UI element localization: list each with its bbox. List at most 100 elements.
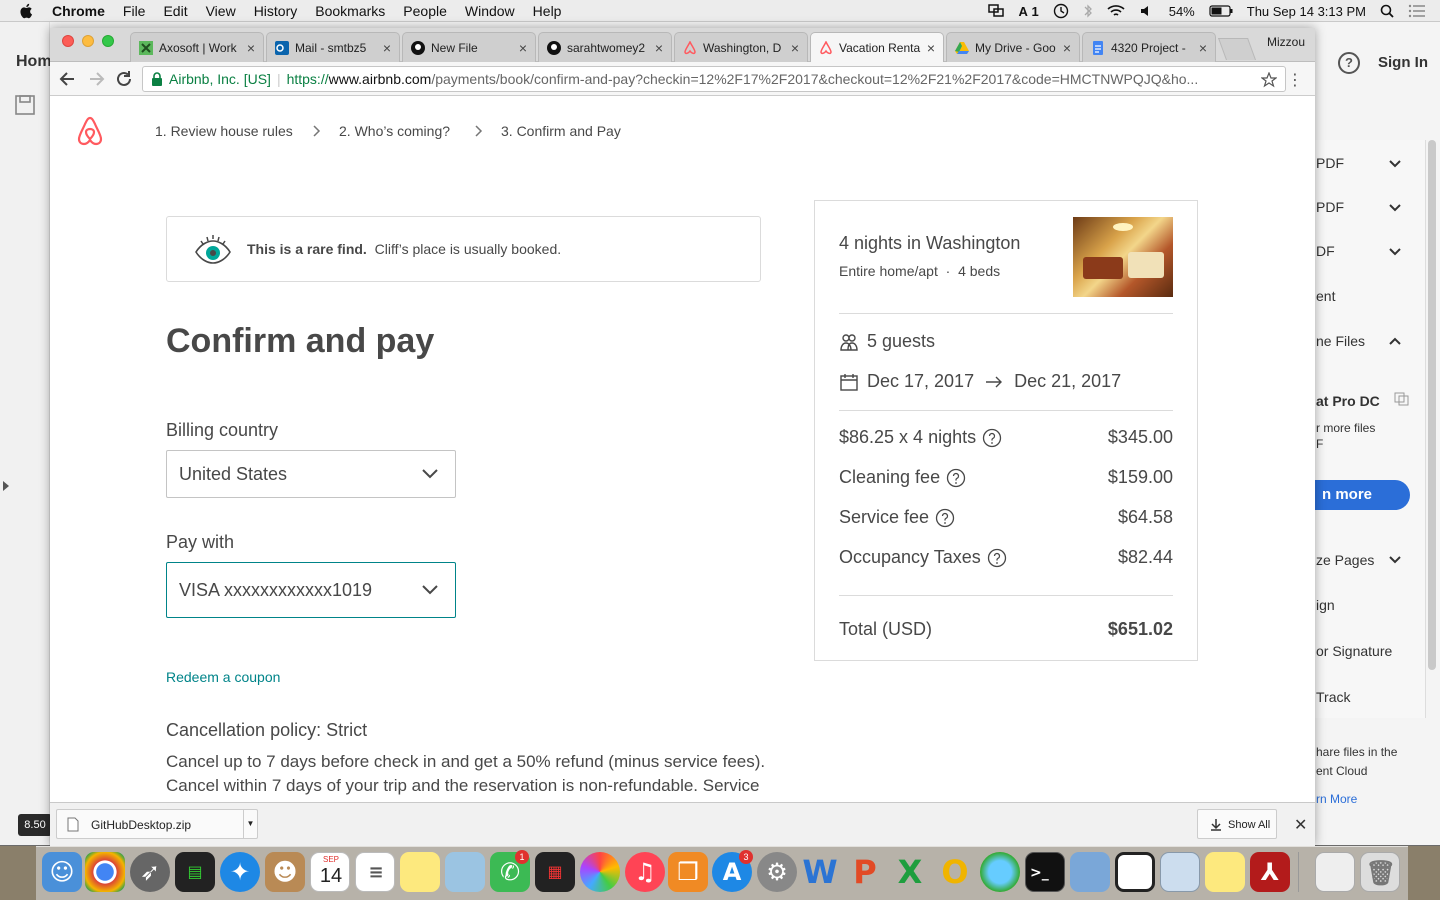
- notification-center-icon[interactable]: [1408, 4, 1426, 18]
- dock-photo-booth-icon[interactable]: ▦: [535, 852, 575, 892]
- tab-sarahtwomey2[interactable]: sarahtwomey2 ×: [538, 32, 672, 62]
- new-tab-button[interactable]: [1217, 38, 1257, 60]
- dock-ibooks-icon[interactable]: ❒: [668, 852, 708, 892]
- dock-network-icon[interactable]: [980, 852, 1020, 892]
- menu-help[interactable]: Help: [533, 3, 562, 19]
- redeem-coupon-link[interactable]: Redeem a coupon: [166, 669, 280, 685]
- dock-activity-monitor-icon[interactable]: ▤: [175, 852, 215, 892]
- question-icon[interactable]: [982, 428, 1002, 448]
- chevron-down-icon[interactable]: [1388, 245, 1402, 259]
- chrome-menu-icon[interactable]: ⋮: [1287, 70, 1303, 90]
- dock-notes-icon[interactable]: [400, 852, 440, 892]
- dock-finder-icon[interactable]: ☺: [42, 852, 82, 892]
- apple-icon[interactable]: [18, 2, 36, 20]
- bg-tool-item[interactable]: ign: [1316, 597, 1412, 613]
- spotlight-icon[interactable]: [1380, 4, 1394, 18]
- profile-name[interactable]: Mizzou: [1267, 35, 1305, 49]
- close-window-button[interactable]: [62, 35, 74, 47]
- menu-edit[interactable]: Edit: [163, 3, 187, 19]
- menu-bookmarks[interactable]: Bookmarks: [315, 3, 385, 19]
- dock-virtualbox-icon[interactable]: [1160, 852, 1200, 892]
- wifi-icon[interactable]: [1107, 4, 1125, 18]
- back-arrow-icon[interactable]: [58, 69, 78, 89]
- dock-contacts-icon[interactable]: ☻: [265, 852, 305, 892]
- menu-file[interactable]: File: [123, 3, 146, 19]
- dock-excel-icon[interactable]: X: [890, 852, 930, 892]
- close-tab-icon[interactable]: ×: [247, 40, 255, 56]
- close-tab-icon[interactable]: ×: [383, 40, 391, 56]
- lock-icon[interactable]: [151, 72, 163, 86]
- clock[interactable]: Thu Sep 14 3:13 PM: [1247, 4, 1366, 19]
- close-download-shelf-icon[interactable]: ✕: [1294, 815, 1307, 835]
- download-menu-icon[interactable]: ▼: [243, 810, 257, 838]
- close-tab-icon[interactable]: ×: [791, 40, 799, 56]
- dock-word-icon[interactable]: W: [800, 852, 840, 892]
- minimize-window-button[interactable]: [82, 35, 94, 47]
- close-tab-icon[interactable]: ×: [519, 40, 527, 56]
- tab-washington[interactable]: Washington, D ×: [674, 32, 808, 62]
- dock-chrome-icon[interactable]: [85, 852, 125, 892]
- breadcrumb-review-house-rules[interactable]: 1. Review house rules: [155, 123, 293, 139]
- help-icon[interactable]: ?: [1338, 52, 1360, 74]
- time-machine-icon[interactable]: [1053, 3, 1069, 19]
- display-mirror-icon[interactable]: [988, 4, 1005, 18]
- chevron-up-icon[interactable]: [1388, 334, 1402, 348]
- close-tab-icon[interactable]: ×: [1199, 40, 1207, 56]
- show-all-downloads-button[interactable]: Show All: [1197, 809, 1277, 839]
- dock-itunes-icon[interactable]: ♫: [625, 852, 665, 892]
- payment-method-select[interactable]: VISA xxxxxxxxxxxx1019: [166, 562, 456, 618]
- expand-arrow-icon[interactable]: [2, 480, 10, 492]
- address-bar[interactable]: Airbnb, Inc. [US] | https://www.airbnb.c…: [142, 66, 1286, 92]
- download-item[interactable]: GitHubDesktop.zip ▼: [56, 809, 258, 839]
- dock-launchpad-icon[interactable]: ➶: [130, 852, 170, 892]
- background-sign-in[interactable]: Sign In: [1378, 54, 1428, 71]
- menu-view[interactable]: View: [206, 3, 236, 19]
- bg-tool-item[interactable]: or Signature: [1316, 643, 1412, 659]
- tab-mail[interactable]: Mail - smtbz5 ×: [266, 32, 400, 62]
- dock-reminders-icon[interactable]: ≡: [355, 852, 395, 892]
- forward-arrow-icon[interactable]: [86, 69, 106, 89]
- tab-my-drive[interactable]: My Drive - Goo ×: [946, 32, 1080, 62]
- close-tab-icon[interactable]: ×: [927, 40, 935, 56]
- dock-calendar-icon[interactable]: SEP 14: [310, 852, 350, 892]
- dock-downloads-stack-icon[interactable]: [1315, 852, 1355, 892]
- dock-photos-icon[interactable]: [580, 852, 620, 892]
- tab-new-file[interactable]: New File ×: [402, 32, 536, 62]
- bg-learn-more-button[interactable]: n more: [1314, 480, 1410, 510]
- bg-tool-item[interactable]: Track: [1316, 689, 1412, 705]
- battery-icon[interactable]: [1209, 5, 1233, 17]
- save-icon[interactable]: [14, 94, 36, 116]
- dock-safari-icon[interactable]: ✦: [220, 852, 260, 892]
- dock-preview-icon[interactable]: [445, 852, 485, 892]
- chevron-down-icon[interactable]: [1388, 157, 1402, 171]
- bg-scrollbar[interactable]: [1428, 140, 1436, 670]
- dock-trash-icon[interactable]: 🗑: [1360, 852, 1400, 892]
- background-home-tab[interactable]: Hom: [16, 53, 52, 71]
- menu-window[interactable]: Window: [465, 3, 515, 19]
- bookmark-star-icon[interactable]: [1261, 72, 1277, 88]
- close-tab-icon[interactable]: ×: [1063, 40, 1071, 56]
- chevron-down-icon[interactable]: [1388, 553, 1402, 567]
- question-icon[interactable]: [935, 508, 955, 528]
- question-icon[interactable]: [946, 468, 966, 488]
- menu-people[interactable]: People: [403, 3, 447, 19]
- volume-icon[interactable]: [1139, 4, 1155, 18]
- chevron-down-icon[interactable]: [1388, 201, 1402, 215]
- question-icon[interactable]: [987, 548, 1007, 568]
- menu-history[interactable]: History: [254, 3, 298, 19]
- tab-axosoft[interactable]: Axosoft | Work ×: [130, 32, 264, 62]
- zoom-window-button[interactable]: [102, 35, 114, 47]
- dock-outlook-icon[interactable]: O: [935, 852, 975, 892]
- close-tab-icon[interactable]: ×: [655, 40, 663, 56]
- dock-square-app-icon[interactable]: [1115, 852, 1155, 892]
- dock-quicktime-icon[interactable]: [1070, 852, 1110, 892]
- bg-tool-item[interactable]: ent: [1316, 288, 1412, 304]
- tab-4320-project[interactable]: 4320 Project - ×: [1082, 32, 1216, 62]
- menu-app-chrome[interactable]: Chrome: [52, 3, 105, 19]
- dock-powerpoint-icon[interactable]: P: [845, 852, 885, 892]
- tab-vacation-rentals[interactable]: Vacation Renta ×: [810, 32, 944, 63]
- dock-system-preferences-icon[interactable]: ⚙: [757, 852, 797, 892]
- breadcrumb-whos-coming[interactable]: 2. Who’s coming?: [339, 123, 450, 139]
- security-label[interactable]: Airbnb, Inc. [US]: [169, 71, 271, 87]
- copy-icon[interactable]: [1394, 392, 1410, 406]
